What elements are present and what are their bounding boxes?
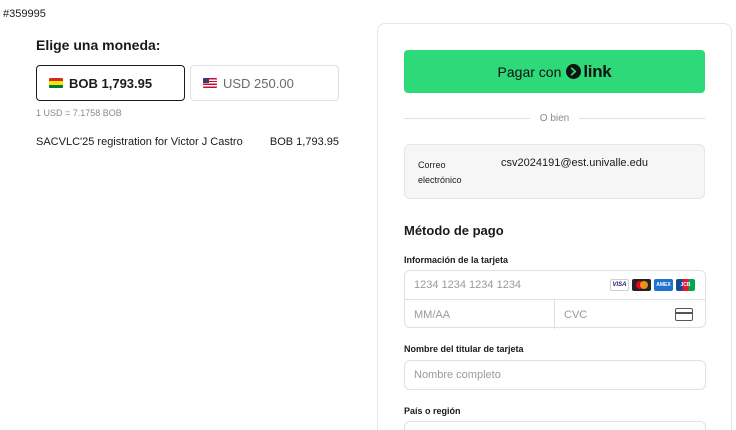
line-item-description: SACVLC'25 registration for Victor J Cast… (36, 136, 243, 148)
country-label: País o región (404, 406, 461, 416)
card-info-block: 1234 1234 1234 1234 VISA AMEX JCB MM/AA … (404, 270, 706, 329)
pay-with-link-label: Pagar con (497, 63, 562, 80)
exchange-rate: 1 USD = 7.1758 BOB (36, 108, 122, 118)
card-info-label: Información de la tarjeta (404, 255, 509, 265)
email-label: Correo electrónico (418, 160, 462, 185)
jcb-icon: JCB (676, 279, 695, 291)
currency-option-label: BOB 1,793.95 (69, 75, 153, 91)
currency-title: Elige una moneda: (36, 37, 161, 53)
order-id: #359995 (3, 8, 46, 20)
payment-method-title: Método de pago (404, 223, 504, 238)
cardholder-name-input[interactable] (404, 360, 706, 390)
currency-option-label: USD 250.00 (223, 75, 294, 91)
mastercard-icon (632, 279, 651, 291)
cvc-placeholder: CVC (564, 308, 588, 321)
pay-with-link-button[interactable]: Pagar con link (404, 50, 705, 93)
or-divider-text: O bien (539, 112, 570, 124)
email-value: csv2024191@est.univalle.edu (501, 157, 648, 169)
link-logo: link (566, 61, 612, 82)
link-arrow-icon (566, 64, 582, 79)
card-number-placeholder: 1234 1234 1234 1234 (414, 279, 522, 291)
visa-icon: VISA (610, 279, 629, 291)
cvc-card-icon (675, 308, 693, 321)
line-item-amount: BOB 1,793.95 (269, 136, 339, 148)
currency-option-bob[interactable]: BOB 1,793.95 (36, 65, 185, 101)
us-flag-icon (203, 78, 217, 88)
cvc-input[interactable]: CVC (555, 300, 706, 329)
card-number-input[interactable]: 1234 1234 1234 1234 VISA AMEX JCB (405, 271, 705, 300)
line-item: SACVLC'25 registration for Victor J Cast… (36, 136, 339, 148)
expiry-input[interactable]: MM/AA (405, 300, 555, 329)
country-select[interactable] (404, 421, 706, 430)
expiry-placeholder: MM/AA (414, 308, 451, 321)
or-divider: O bien (404, 111, 705, 125)
cardholder-label: Nombre del titular de tarjeta (404, 344, 524, 354)
amex-icon: AMEX (654, 279, 673, 291)
link-logo-text: link (583, 61, 612, 81)
currency-option-usd[interactable]: USD 250.00 (190, 65, 339, 101)
card-brands: VISA AMEX JCB (610, 279, 695, 291)
email-box[interactable]: Correo electrónico csv2024191@est.unival… (404, 144, 705, 199)
bolivia-flag-icon (49, 78, 63, 88)
